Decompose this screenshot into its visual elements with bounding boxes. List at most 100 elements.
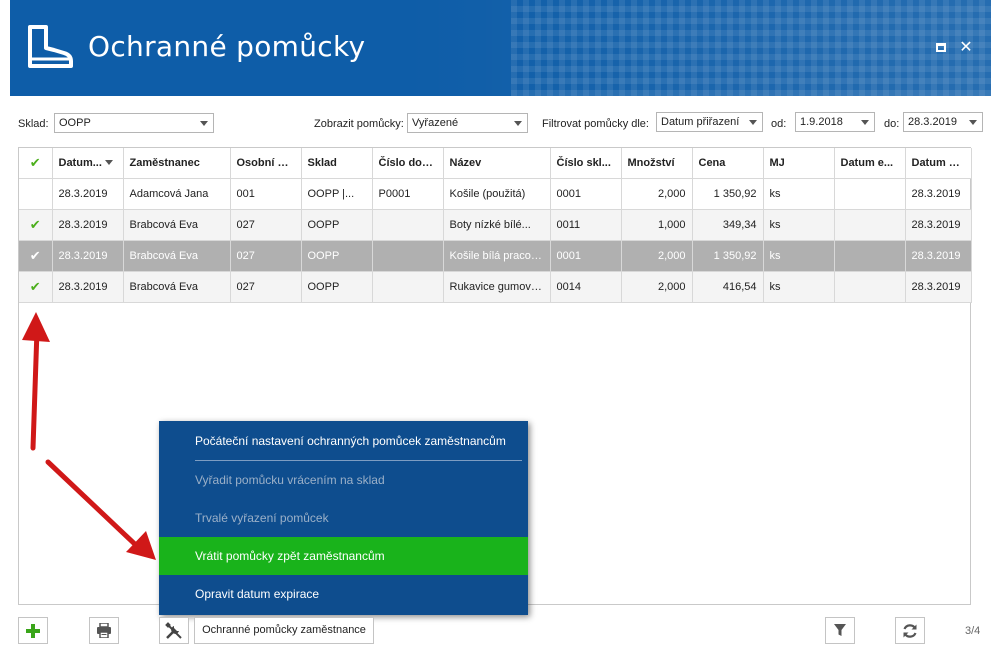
cell-zamestnanec: Brabcová Eva: [123, 240, 231, 272]
sort-desc-icon: [104, 160, 113, 166]
cell-osobni-cislo: 027: [230, 209, 302, 241]
col-header-mnozstvi[interactable]: Množství: [621, 148, 693, 179]
filtrovat-value: Datum přiřazení: [661, 116, 740, 128]
zobrazit-select[interactable]: Vyřazené: [407, 113, 528, 133]
cell-datum: 28.3.2019: [52, 209, 124, 241]
table-row[interactable]: ✔ 28.3.2019 Brabcová Eva 027 OOPP Rukavice gu…: [19, 271, 972, 303]
cell-datum-vyrazeni: 28.3.2019: [905, 178, 972, 210]
do-value: 28.3.2019: [908, 116, 957, 128]
col-header-zamestnanec[interactable]: Zaměstnanec: [123, 148, 231, 179]
col-header-mj[interactable]: MJ: [763, 148, 835, 179]
cell-mnozstvi: 2,000: [621, 271, 693, 303]
table-row[interactable]: ✔ 28.3.2019 Brabcová Eva 027 OOPP Košile bílá…: [19, 240, 972, 272]
col-header-datum-vyrazeni[interactable]: Datum vy...: [905, 148, 972, 179]
print-button[interactable]: [89, 617, 119, 644]
printer-icon: [97, 623, 111, 638]
cell-check: ✔: [19, 240, 53, 272]
menu-item-discard-to-warehouse[interactable]: Vyřadit pomůcku vrácením na sklad: [159, 461, 528, 499]
cell-check: ✔: [19, 209, 53, 241]
cell-cena: 349,34: [692, 209, 764, 241]
cell-datum: 28.3.2019: [52, 178, 124, 210]
cell-sklad: OOPP |...: [301, 178, 373, 210]
cell-cislo-skladu: 0001: [550, 178, 622, 210]
cell-cislo-dokladu: P0001: [372, 178, 444, 210]
chevron-down-icon: [200, 121, 208, 126]
col-header-check[interactable]: ✔: [19, 148, 53, 179]
cell-datum-expirace: [834, 178, 906, 210]
cell-osobni-cislo: 001: [230, 178, 302, 210]
do-date-picker[interactable]: 28.3.2019: [903, 112, 983, 132]
cell-mj: ks: [763, 271, 835, 303]
menu-item-return-to-employees[interactable]: Vrátit pomůcky zpět zaměstnancům: [159, 537, 528, 575]
table-body: 28.3.2019 Adamcová Jana 001 OOPP |... P0001 K…: [19, 178, 972, 303]
cell-check: ✔: [19, 271, 53, 303]
cell-mj: ks: [763, 178, 835, 210]
cell-datum-vyrazeni: 28.3.2019: [905, 271, 972, 303]
boot-icon: [28, 25, 73, 68]
col-header-datum-expirace[interactable]: Datum e...: [834, 148, 906, 179]
close-icon[interactable]: ✕: [958, 40, 974, 56]
refresh-button[interactable]: [895, 617, 925, 644]
col-header-nazev[interactable]: Název: [443, 148, 551, 179]
cell-cena: 416,54: [692, 271, 764, 303]
chevron-down-icon: [749, 120, 757, 125]
app-title: Ochranné pomůcky: [88, 30, 366, 63]
sklad-value: OOPP: [59, 117, 91, 129]
cell-datum-expirace: [834, 209, 906, 241]
table-row[interactable]: ✔ 28.3.2019 Brabcová Eva 027 OOPP Boty nízké …: [19, 209, 972, 241]
cell-datum: 28.3.2019: [52, 271, 124, 303]
cell-sklad: OOPP: [301, 271, 373, 303]
cell-mnozstvi: 2,000: [621, 240, 693, 272]
sklad-label: Sklad:: [18, 118, 49, 130]
table-header-row: ✔ Datum... Zaměstnanec Osobní čí... Skla…: [19, 148, 972, 179]
cell-cena: 1 350,92: [692, 240, 764, 272]
cell-sklad: OOPP: [301, 240, 373, 272]
cell-cislo-dokladu: [372, 240, 444, 272]
cell-datum-vyrazeni: 28.3.2019: [905, 240, 972, 272]
plus-icon: [26, 623, 40, 638]
menu-item-initial-setup[interactable]: Počáteční nastavení ochranných pomůcek z…: [159, 422, 528, 460]
col-header-cena[interactable]: Cena: [692, 148, 764, 179]
aids-table: ✔ Datum... Zaměstnanec Osobní čí... Skla…: [19, 148, 972, 303]
filtrovat-label: Filtrovat pomůcky dle:: [542, 118, 649, 130]
table-row[interactable]: 28.3.2019 Adamcová Jana 001 OOPP |... P0001 K…: [19, 178, 972, 210]
chevron-down-icon: [861, 120, 869, 125]
menu-item-fix-expiry-date[interactable]: Opravit datum expirace: [159, 575, 528, 613]
od-date-picker[interactable]: 1.9.2018: [795, 112, 875, 132]
col-header-datum[interactable]: Datum...: [52, 148, 124, 179]
header-pattern: [511, 0, 991, 96]
refresh-icon: [903, 623, 917, 638]
do-label: do:: [884, 118, 900, 130]
cell-cislo-dokladu: [372, 209, 444, 241]
add-button[interactable]: [18, 617, 48, 644]
maximize-icon[interactable]: [933, 40, 949, 56]
cell-mnozstvi: 2,000: [621, 178, 693, 210]
cell-zamestnanec: Brabcová Eva: [123, 271, 231, 303]
tools-popup-menu: Počáteční nastavení ochranných pomůcek z…: [159, 421, 528, 615]
col-header-cislo-dokladu[interactable]: Číslo dok...: [372, 148, 444, 179]
cell-cislo-skladu: 0001: [550, 240, 622, 272]
cell-cislo-skladu: 0014: [550, 271, 622, 303]
col-header-osobni-cislo[interactable]: Osobní čí...: [230, 148, 302, 179]
tools-button[interactable]: [159, 617, 189, 644]
cell-datum: 28.3.2019: [52, 240, 124, 272]
employee-aids-button[interactable]: Ochranné pomůcky zaměstnance: [194, 617, 374, 644]
cell-cislo-dokladu: [372, 271, 444, 303]
menu-item-permanent-discard[interactable]: Trvalé vyřazení pomůcek: [159, 499, 528, 537]
cell-zamestnanec: Brabcová Eva: [123, 209, 231, 241]
od-value: 1.9.2018: [800, 116, 843, 128]
col-header-cislo-skladu[interactable]: Číslo skl...: [550, 148, 622, 179]
filter-button[interactable]: [825, 617, 855, 644]
filtrovat-select[interactable]: Datum přiřazení: [656, 112, 763, 132]
chevron-down-icon: [969, 120, 977, 125]
cell-nazev: Košile (použitá): [443, 178, 551, 210]
chevron-down-icon: [514, 121, 522, 126]
cell-osobni-cislo: 027: [230, 240, 302, 272]
sklad-select[interactable]: OOPP: [54, 113, 214, 133]
cell-cena: 1 350,92: [692, 178, 764, 210]
cell-cislo-skladu: 0011: [550, 209, 622, 241]
filter-icon: [834, 624, 846, 636]
col-header-sklad[interactable]: Sklad: [301, 148, 373, 179]
od-label: od:: [771, 118, 787, 130]
zobrazit-label: Zobrazit pomůcky:: [314, 118, 404, 130]
